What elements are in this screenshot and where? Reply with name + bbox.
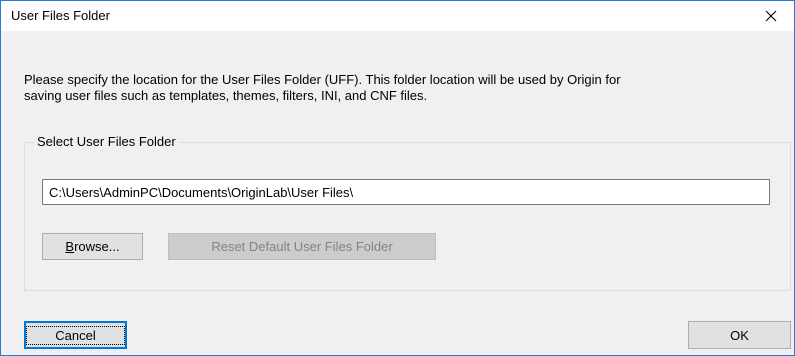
browse-label: rowse... (74, 239, 120, 254)
select-folder-group: Select User Files Folder Browse... Reset… (24, 134, 791, 291)
cancel-button[interactable]: Cancel (24, 321, 127, 349)
window-title: User Files Folder (11, 8, 110, 23)
description-line-2: saving user files such as templates, the… (24, 88, 428, 103)
browse-button[interactable]: Browse... (42, 233, 143, 260)
folder-path-input[interactable] (42, 179, 770, 205)
ok-label: OK (730, 327, 749, 343)
reset-default-button[interactable]: Reset Default User Files Folder (168, 233, 436, 260)
ok-button[interactable]: OK (688, 321, 791, 349)
reset-default-label: Reset Default User Files Folder (211, 239, 393, 254)
group-label: Select User Files Folder (34, 134, 179, 149)
description-text: Please specify the location for the User… (24, 72, 724, 104)
dialog-window: User Files Folder Please specify the loc… (0, 0, 795, 356)
description-line-1: Please specify the location for the User… (24, 72, 621, 87)
close-button[interactable] (748, 1, 794, 31)
close-icon (765, 10, 777, 22)
cancel-label: Cancel (26, 325, 125, 345)
title-bar: User Files Folder (1, 1, 794, 31)
browse-mnemonic: B (65, 239, 75, 254)
